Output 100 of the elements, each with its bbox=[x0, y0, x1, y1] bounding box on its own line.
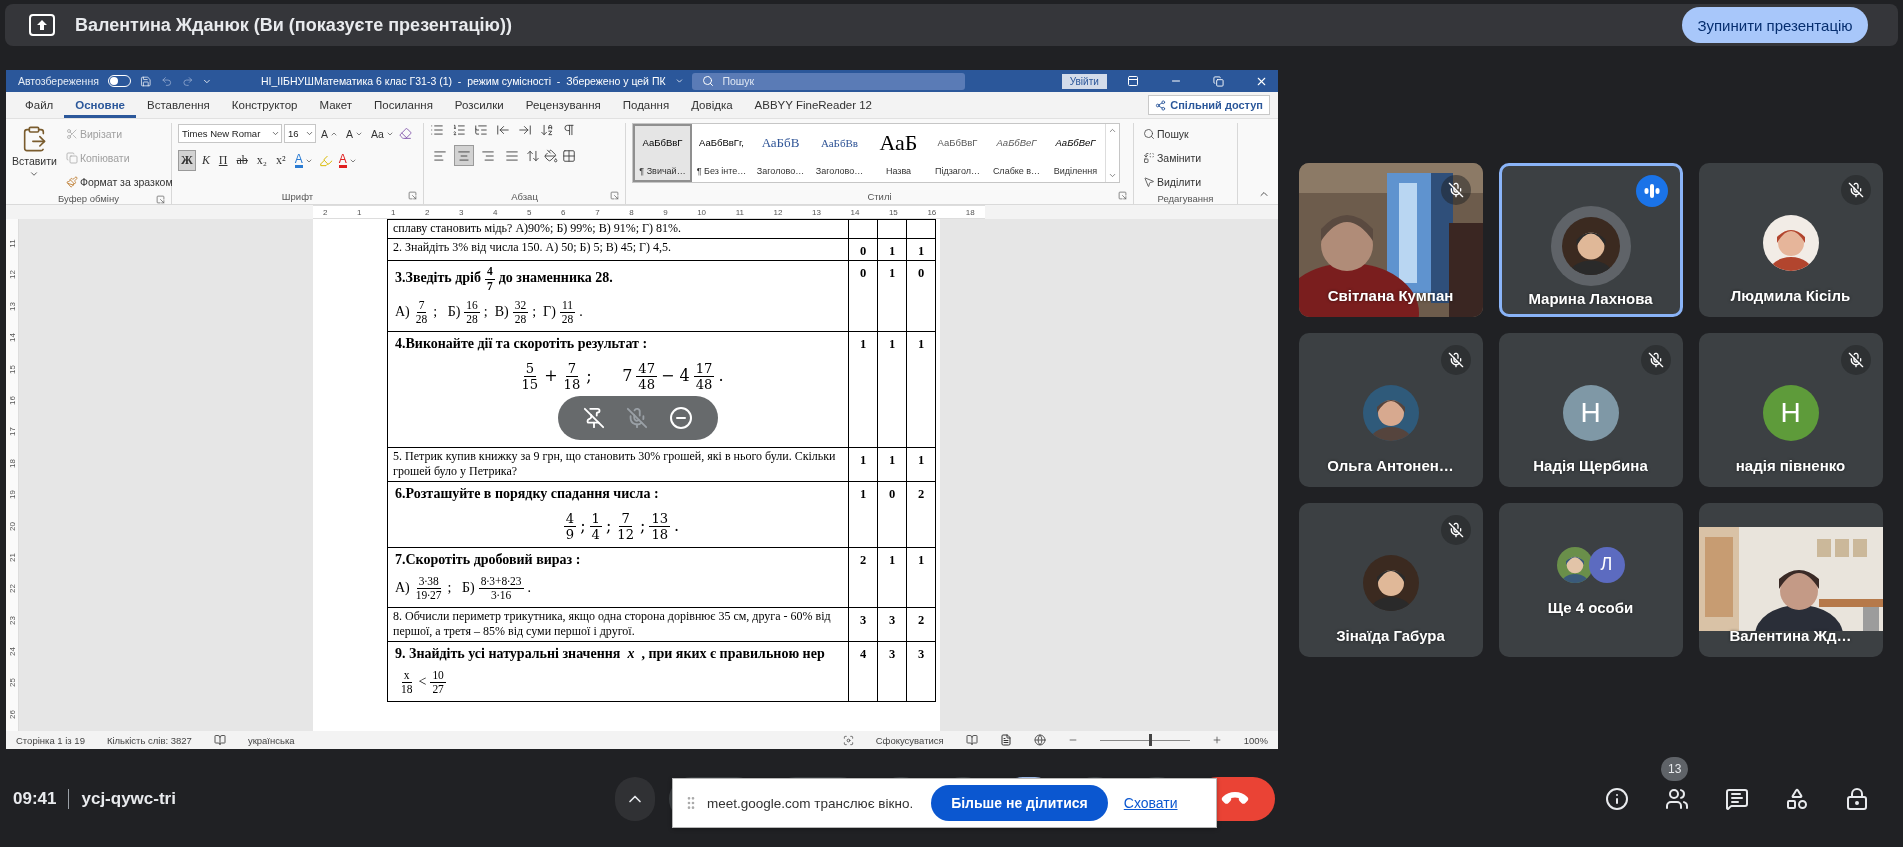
fraction-numerator: 47 bbox=[636, 361, 658, 378]
font-family-field[interactable]: Times New Romar bbox=[178, 124, 282, 143]
ribbon-tab[interactable]: Довідка bbox=[680, 92, 744, 118]
fraction-numerator: 7 bbox=[619, 510, 632, 527]
read-mode-icon[interactable] bbox=[965, 734, 978, 746]
focus-icon[interactable] bbox=[842, 734, 854, 746]
style-name: Підзагол… bbox=[935, 166, 980, 176]
ruler-number: 15 bbox=[888, 207, 898, 217]
change-case-button[interactable]: Aa bbox=[368, 123, 397, 144]
unpin-icon[interactable] bbox=[582, 407, 605, 429]
ribbon-tab[interactable]: ABBYY FineReader 12 bbox=[743, 92, 883, 118]
ribbon-tab[interactable]: Рецензування bbox=[514, 92, 612, 118]
ribbon-tab[interactable]: Посилання bbox=[363, 92, 444, 118]
search-icon bbox=[1143, 127, 1155, 140]
people-icon bbox=[1665, 786, 1689, 811]
question-text: 7.Скоротіть дробовий вираз : bbox=[395, 551, 581, 567]
muted-icon[interactable] bbox=[626, 407, 648, 429]
font-color-button[interactable]: A bbox=[335, 150, 360, 171]
borders-icon[interactable] bbox=[562, 148, 576, 163]
participant-name: Ольга Антонен… bbox=[1327, 457, 1454, 474]
scroll-up-icon[interactable] bbox=[1108, 126, 1117, 135]
dialog-launcher-icon[interactable] bbox=[156, 195, 165, 204]
ribbon-tab[interactable]: Макет bbox=[308, 92, 363, 118]
dialog-launcher-icon[interactable] bbox=[610, 191, 619, 200]
ribbon-tab[interactable]: Розсилки bbox=[443, 92, 515, 118]
clipboard-action[interactable]: Формат за зразком bbox=[62, 171, 176, 192]
web-layout-icon[interactable] bbox=[1033, 734, 1046, 746]
more-controls-button[interactable] bbox=[615, 776, 655, 821]
fraction-numerator: 5 bbox=[523, 361, 536, 378]
clear-formatting-icon[interactable] bbox=[398, 127, 412, 140]
format-button[interactable]: ab bbox=[233, 150, 251, 171]
editing-action[interactable]: Замінити bbox=[1140, 147, 1231, 168]
numbering-icon[interactable] bbox=[452, 123, 466, 137]
share-button[interactable]: Спільний доступ bbox=[1148, 95, 1270, 115]
format-button[interactable]: x₂ bbox=[253, 150, 271, 171]
editing-action[interactable]: Пошук bbox=[1140, 123, 1231, 144]
show-marks-icon[interactable] bbox=[562, 123, 576, 137]
ribbon-tab[interactable]: Подання bbox=[611, 92, 681, 118]
format-button[interactable]: Ж bbox=[178, 150, 196, 171]
save-icon[interactable] bbox=[140, 74, 153, 88]
avatar-initial: Н bbox=[1762, 385, 1819, 441]
print-layout-icon[interactable] bbox=[999, 734, 1012, 746]
format-button[interactable]: К bbox=[198, 150, 213, 171]
ruler-number: 21 bbox=[7, 552, 17, 562]
ruler-number: 24 bbox=[7, 647, 17, 657]
minimize-icon[interactable] bbox=[669, 406, 694, 430]
sign-in-button[interactable]: Увійти bbox=[1061, 73, 1107, 89]
score-cell: 1 bbox=[877, 547, 907, 608]
zoom-in-icon[interactable] bbox=[1211, 735, 1222, 745]
proofing-icon[interactable] bbox=[213, 734, 226, 746]
shrink-font-button[interactable]: A bbox=[343, 123, 367, 144]
style-name: Заголово… bbox=[815, 166, 864, 176]
line-spacing-icon[interactable] bbox=[526, 148, 540, 163]
multilevel-list-icon[interactable] bbox=[474, 123, 488, 137]
fraction-denominator: 18 bbox=[400, 682, 414, 697]
increase-indent-icon[interactable] bbox=[518, 123, 532, 137]
dialog-launcher-icon[interactable] bbox=[1118, 191, 1127, 200]
restore-icon bbox=[1212, 75, 1224, 87]
align-right-icon bbox=[481, 148, 495, 163]
question-text: А) bbox=[395, 303, 410, 319]
shading-icon[interactable] bbox=[544, 148, 558, 163]
style-preview: АаБбВв bbox=[820, 136, 859, 151]
meeting-code: ycj-qywc-tri bbox=[81, 788, 176, 809]
question-text: А) bbox=[395, 579, 410, 595]
fraction-numerator: x bbox=[401, 668, 412, 683]
score-cell: 3 bbox=[848, 607, 878, 642]
participant-name: Ще 4 особи bbox=[1547, 598, 1634, 616]
sort-icon[interactable] bbox=[540, 123, 554, 137]
stop-sharing-button[interactable]: Більше не ділитися bbox=[931, 785, 1108, 821]
align-button[interactable] bbox=[454, 145, 474, 166]
fraction-denominator: 48 bbox=[694, 377, 714, 393]
score-cell: 1 bbox=[906, 238, 936, 261]
editing-action[interactable]: Виділити bbox=[1140, 171, 1231, 192]
bullets-icon[interactable] bbox=[430, 123, 444, 137]
paste-button[interactable]: Вставити bbox=[12, 123, 57, 192]
focus-label[interactable]: Сфокусуватися bbox=[875, 734, 944, 746]
question-text: . bbox=[579, 303, 583, 319]
fraction-numerator: 1 bbox=[589, 510, 602, 527]
scroll-down-icon[interactable] bbox=[1108, 171, 1117, 180]
grow-font-button[interactable]: A bbox=[318, 123, 341, 144]
format-button[interactable]: П bbox=[215, 150, 231, 171]
undo-icon[interactable] bbox=[161, 74, 173, 88]
ribbon-tab[interactable]: Вставлення bbox=[136, 92, 221, 118]
search-field[interactable]: Пошук bbox=[692, 72, 965, 90]
ribbon-tab[interactable]: Конструктор bbox=[220, 92, 309, 118]
caret-icon bbox=[271, 129, 280, 138]
stop-presenting-button[interactable]: Зупинити презентацію bbox=[1682, 7, 1868, 43]
decrease-indent-icon[interactable] bbox=[496, 123, 510, 137]
format-button[interactable]: x² bbox=[273, 150, 289, 171]
fraction-numerator: 3∙38 bbox=[416, 574, 441, 589]
hide-link[interactable]: Сховати bbox=[1123, 795, 1178, 811]
style-item[interactable]: АаБбВвГ ¶ Звичай… bbox=[633, 124, 692, 182]
text-effects-button[interactable]: A bbox=[291, 150, 316, 171]
zoom-thumb[interactable] bbox=[1149, 734, 1153, 746]
redo-icon[interactable] bbox=[181, 74, 194, 88]
ribbon-tab[interactable]: Файл bbox=[14, 92, 65, 118]
font-size-field[interactable]: 16 bbox=[284, 124, 316, 143]
dialog-launcher-icon[interactable] bbox=[408, 191, 417, 200]
ruler-number: 11 bbox=[7, 239, 17, 248]
fraction-numerator: 10 bbox=[430, 668, 446, 683]
